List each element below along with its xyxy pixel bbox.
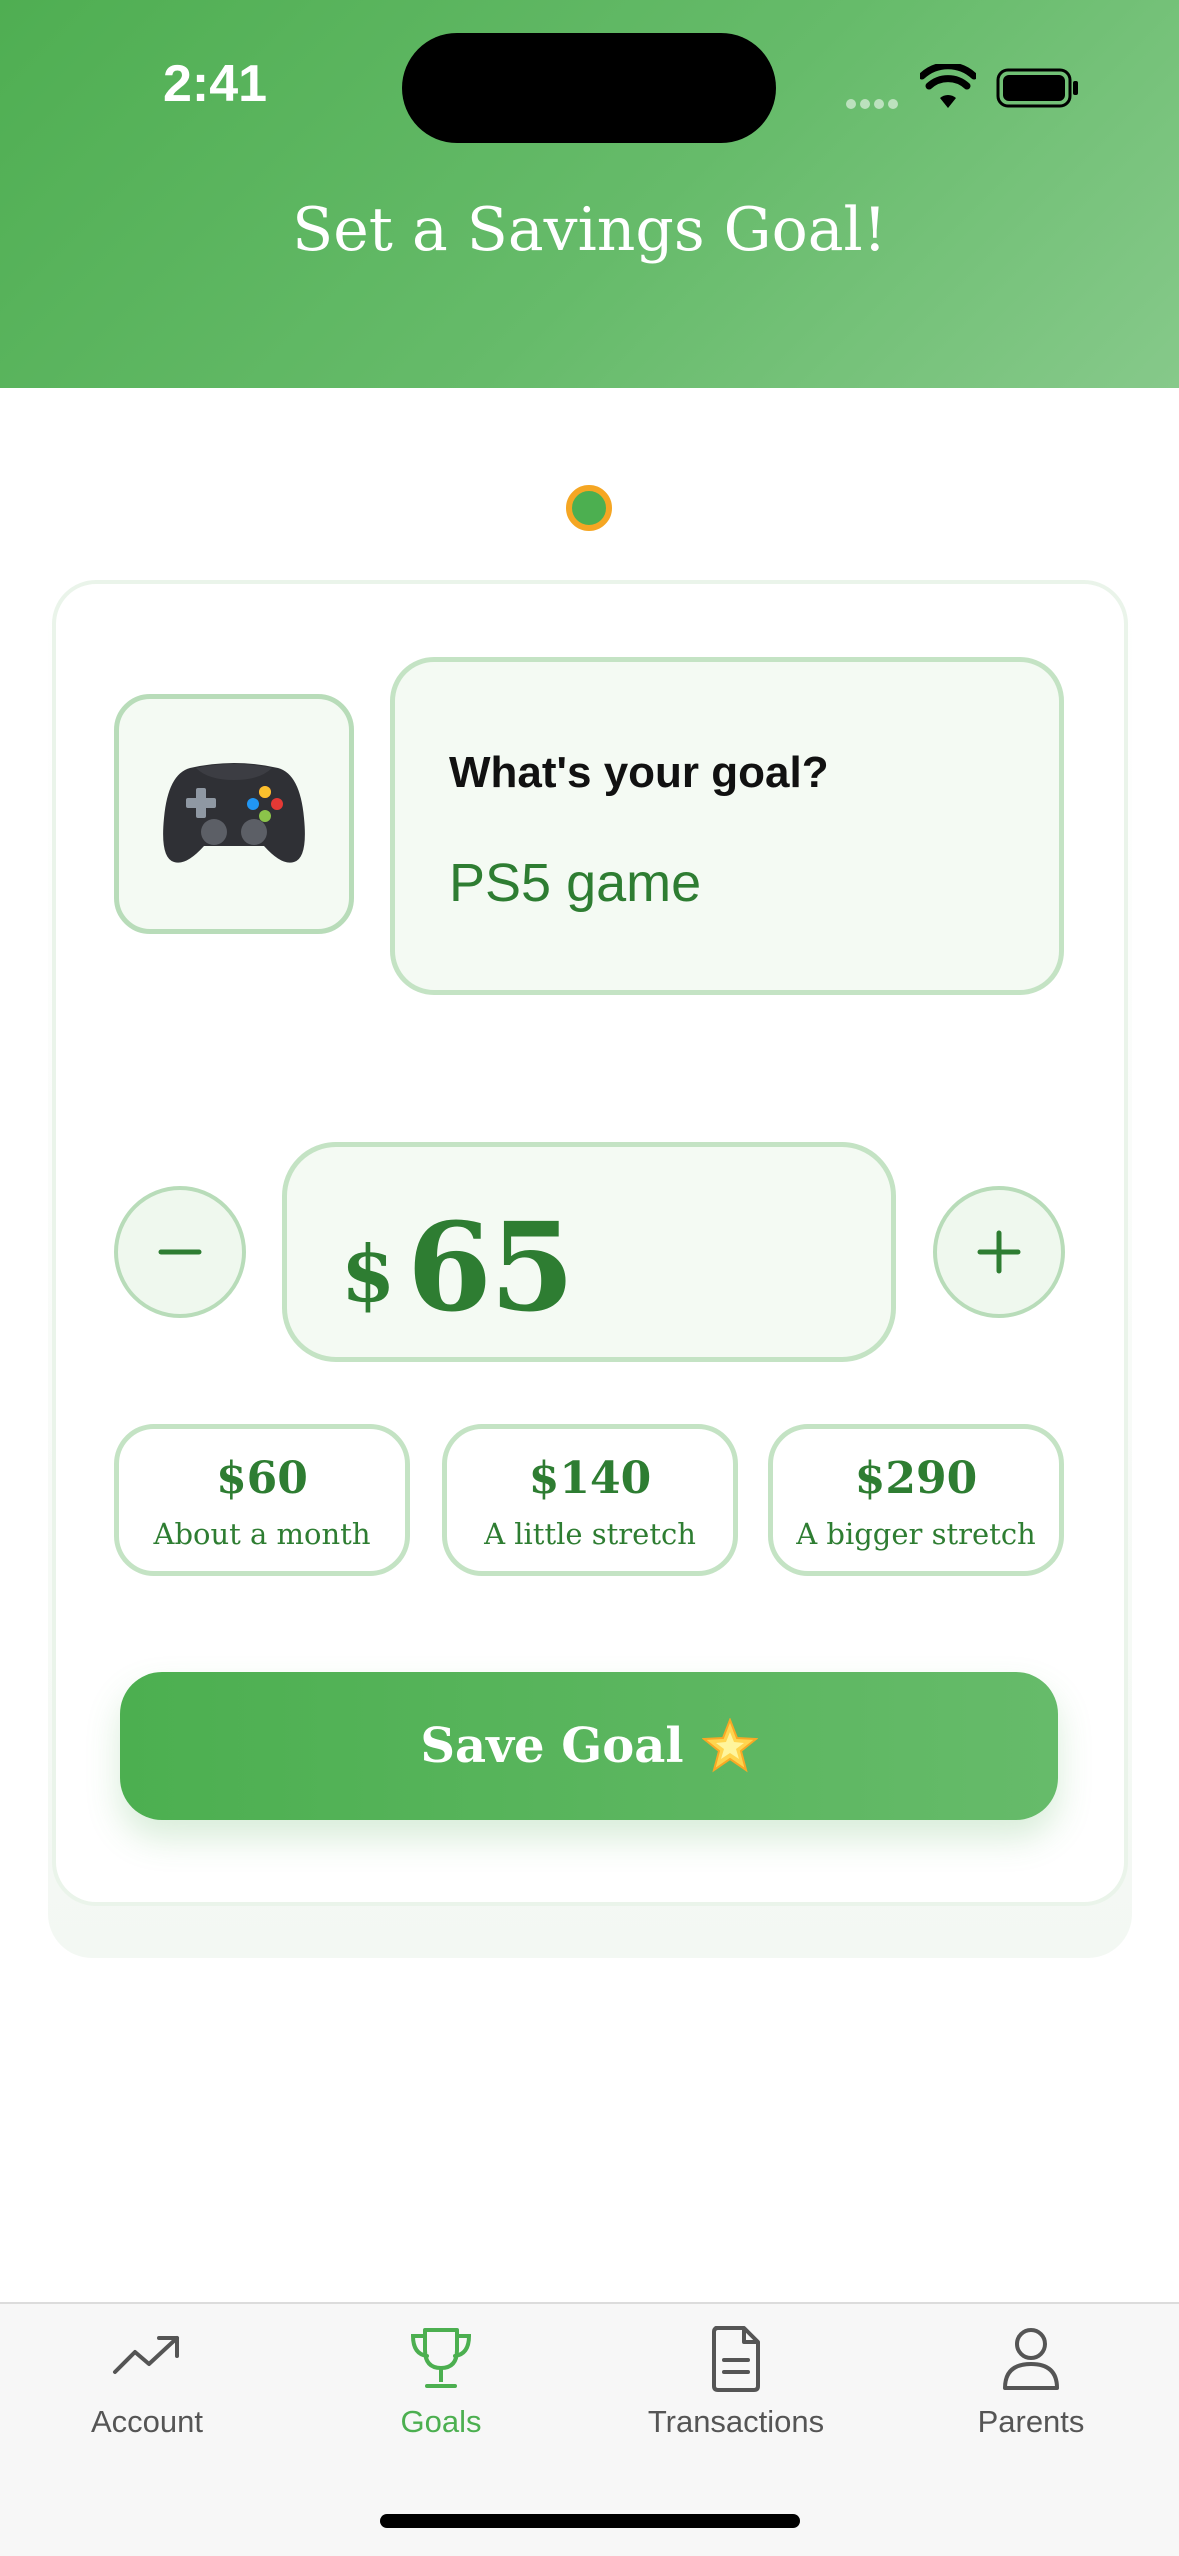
currency-symbol: $ xyxy=(341,1229,396,1320)
decrease-amount-button[interactable] xyxy=(114,1186,246,1318)
preset-amount: $60 xyxy=(216,1453,308,1504)
tab-account[interactable]: Account xyxy=(0,2304,294,2464)
battery-icon xyxy=(996,68,1078,108)
header: 2:41 Set a Savings Goal! xyxy=(0,0,1179,388)
minus-icon xyxy=(158,1249,202,1255)
status-time: 2:41 xyxy=(163,55,268,113)
cellular-signal-icon xyxy=(846,96,902,114)
tab-label: Transactions xyxy=(647,2404,825,2439)
goal-field-label: What's your goal? xyxy=(449,748,829,797)
preset-amount-button[interactable]: $290 A bigger stretch xyxy=(768,1424,1064,1576)
tab-label: Parents xyxy=(977,2404,1085,2439)
goal-name-field[interactable]: What's your goal? PS5 game xyxy=(390,657,1064,995)
tab-goals[interactable]: Goals xyxy=(294,2304,588,2464)
trending-up-icon xyxy=(113,2336,179,2374)
preset-amount: $290 xyxy=(854,1453,978,1504)
preset-caption: A bigger stretch xyxy=(796,1517,1036,1551)
preset-amount: $140 xyxy=(528,1453,652,1504)
amount-display[interactable]: $ 65 xyxy=(282,1142,896,1362)
amount-value: 65 xyxy=(407,1195,575,1339)
plus-icon xyxy=(977,1230,1021,1274)
home-indicator[interactable] xyxy=(380,2514,800,2528)
preset-caption: About a month xyxy=(153,1517,371,1551)
tab-label: Account xyxy=(90,2404,203,2439)
tab-transactions[interactable]: Transactions xyxy=(589,2304,883,2464)
save-goal-label: Save Goal xyxy=(420,1718,684,1774)
game-controller-icon xyxy=(163,763,305,863)
person-icon xyxy=(1003,2328,1059,2390)
progress-indicator xyxy=(566,485,612,531)
trophy-icon xyxy=(410,2328,472,2388)
document-icon xyxy=(712,2326,760,2392)
preset-amount-button[interactable]: $60 About a month xyxy=(114,1424,410,1576)
page-title: Set a Savings Goal! xyxy=(292,195,887,265)
preset-caption: A little stretch xyxy=(484,1517,696,1551)
increase-amount-button[interactable] xyxy=(933,1186,1065,1318)
goal-icon-picker[interactable] xyxy=(114,694,354,934)
wifi-icon xyxy=(920,64,976,108)
save-goal-button[interactable]: Save Goal xyxy=(120,1672,1058,1820)
goal-name-input[interactable]: PS5 game xyxy=(449,852,701,914)
preset-amount-button[interactable]: $140 A little stretch xyxy=(442,1424,738,1576)
star-icon xyxy=(701,1718,758,1773)
dynamic-island xyxy=(402,33,776,143)
tab-label: Goals xyxy=(400,2404,482,2439)
tab-parents[interactable]: Parents xyxy=(884,2304,1178,2464)
